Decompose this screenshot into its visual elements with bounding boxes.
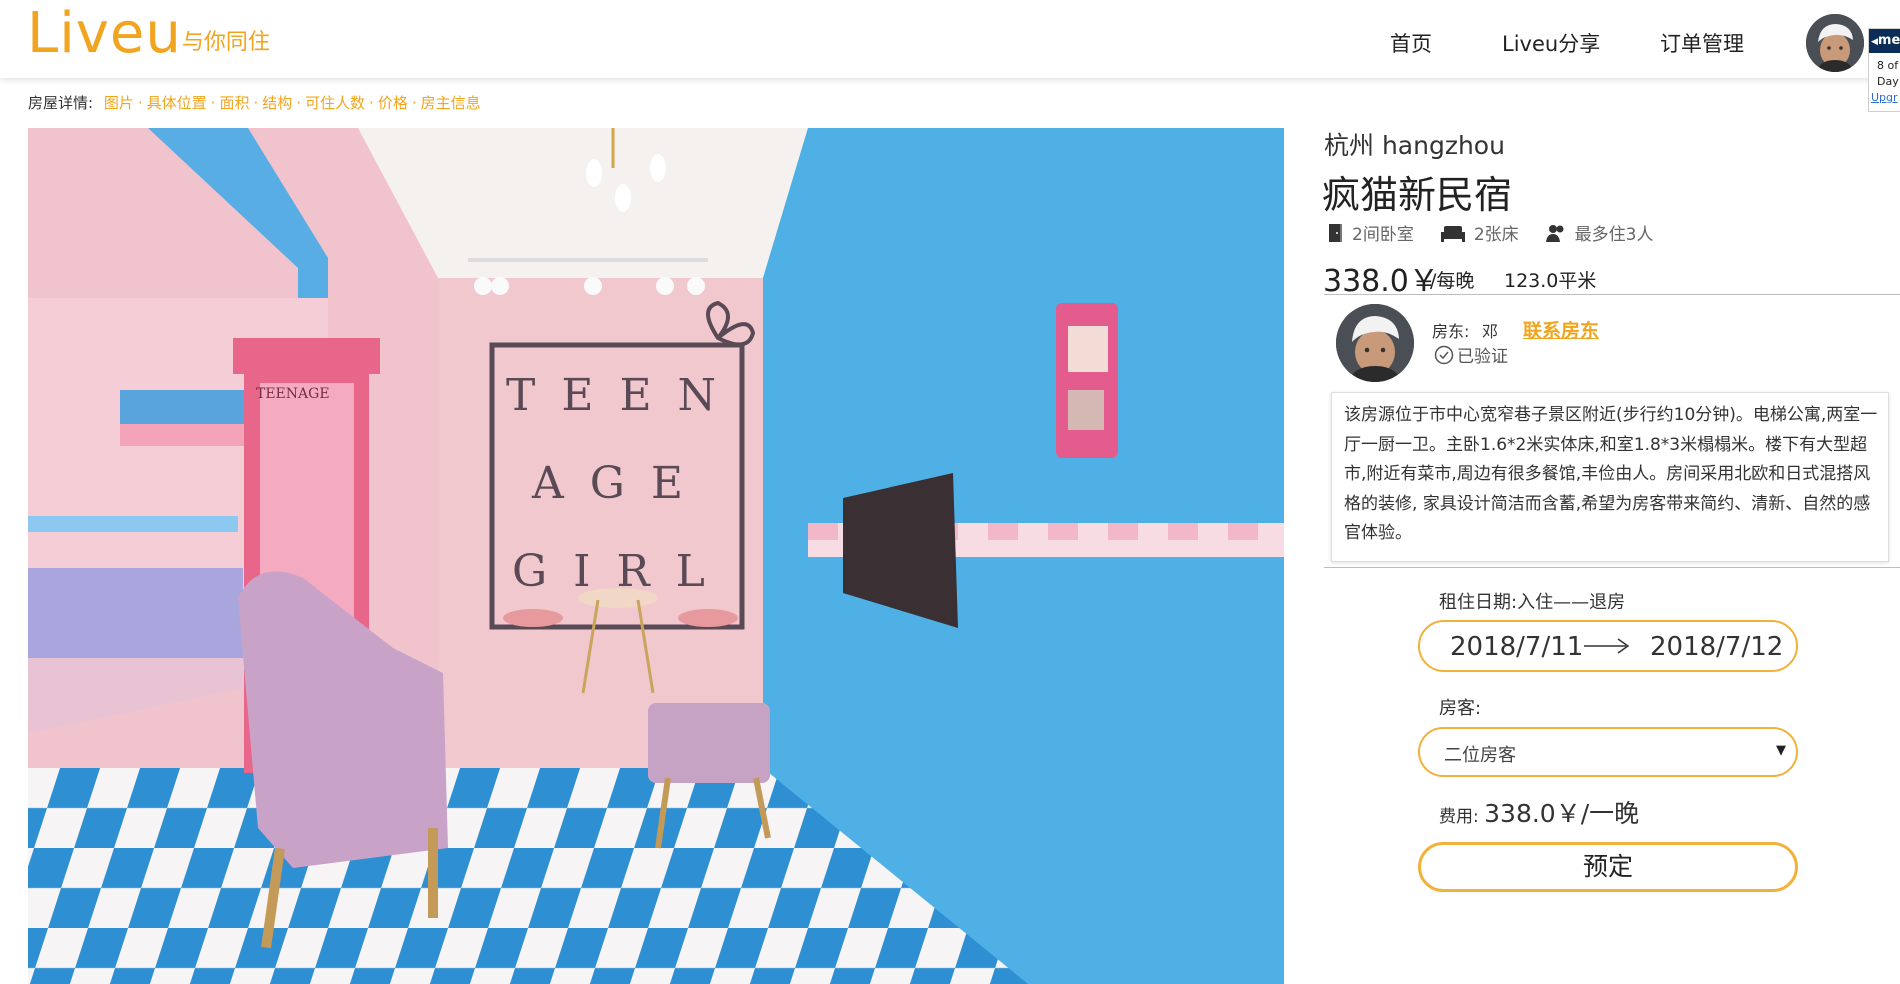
checkin-date[interactable]: 2018/7/11	[1450, 632, 1583, 662]
feature-bedrooms: 2间卧室	[1326, 220, 1414, 245]
caret-down-icon: ▼	[1776, 743, 1786, 758]
listing-city: 杭州 hangzhou	[1324, 131, 1505, 160]
divider	[1324, 294, 1900, 295]
popup-tag: ◀me	[1869, 29, 1900, 53]
date-range-picker[interactable]: 2018/7/11 2018/7/12	[1418, 620, 1798, 672]
feature-capacity: 最多住3人	[1545, 220, 1654, 245]
nav-home[interactable]: 首页	[1390, 28, 1432, 58]
popup-line-1: 8 of	[1877, 59, 1899, 72]
user-avatar[interactable]	[1806, 14, 1864, 72]
popup-line-2: Day	[1877, 75, 1899, 88]
detail-label: 房屋详情:	[28, 94, 94, 112]
host-name: 邓	[1482, 322, 1499, 341]
bed-icon	[1440, 225, 1465, 242]
arrow-right-icon	[1584, 638, 1630, 654]
check-circle-icon	[1434, 345, 1454, 364]
detail-link-host[interactable]: 房主信息	[421, 94, 481, 112]
fee-value: 338.0￥/一晚	[1484, 799, 1640, 828]
nav-share[interactable]: Liveu分享	[1502, 28, 1600, 58]
svg-text:TEENAGE: TEENAGE	[256, 386, 330, 402]
detail-link-capacity[interactable]: 可住人数	[305, 94, 365, 112]
fee-label: 费用:	[1439, 807, 1479, 827]
price-unit: /每晚	[1430, 270, 1475, 292]
detail-link-area[interactable]: 面积	[219, 94, 249, 112]
detail-link-location[interactable]: 具体位置	[147, 94, 207, 112]
rent-dates-label: 租住日期:入住——退房	[1439, 592, 1626, 613]
nav-orders[interactable]: 订单管理	[1660, 28, 1744, 58]
site-logo[interactable]: Liveu 与你同住	[27, 6, 270, 62]
detail-link-price[interactable]: 价格	[378, 94, 408, 112]
divider	[1324, 567, 1900, 568]
book-button[interactable]: 预定	[1418, 842, 1798, 892]
listing-photo[interactable]: T E E N A G E G I R L TEENAGE	[28, 128, 1284, 984]
popup-upgrade-link[interactable]: Upgr	[1871, 91, 1898, 104]
listing-features: 2间卧室 2张床 最多住3人	[1326, 220, 1679, 245]
guests-selected-value: 二位房客	[1444, 745, 1516, 766]
svg-text:T E E N: T E E N	[506, 370, 722, 421]
host-label: 房东:	[1432, 322, 1470, 341]
logo-sub-text: 与你同住	[181, 30, 270, 55]
host-avatar[interactable]	[1336, 304, 1414, 382]
listing-area: 123.0平米	[1504, 270, 1597, 292]
feature-capacity-label: 最多住3人	[1574, 225, 1654, 245]
people-icon	[1545, 224, 1564, 242]
feature-bedrooms-label: 2间卧室	[1352, 225, 1414, 245]
detail-links-bar: 房屋详情: 图片 · 具体位置 · 面积 · 结构 · 可住人数 · 价格 · 房主信息	[28, 94, 481, 112]
svg-text:A G E: A G E	[531, 458, 689, 509]
fee-line: 费用: 338.0￥/一晚	[1439, 794, 1639, 830]
logo-main-text: Liveu	[27, 1, 182, 66]
feature-beds: 2张床	[1440, 220, 1519, 245]
guests-label: 房客:	[1439, 698, 1482, 719]
detail-link-photos[interactable]: 图片	[104, 94, 134, 112]
door-icon	[1329, 223, 1342, 242]
detail-link-structure[interactable]: 结构	[262, 94, 292, 112]
checkout-date[interactable]: 2018/7/12	[1650, 632, 1783, 662]
contact-host-link[interactable]: 联系房东	[1523, 316, 1599, 343]
host-verified: 已验证	[1434, 342, 1508, 367]
guests-select[interactable]: 二位房客 ▼	[1418, 727, 1798, 777]
listing-title: 疯猫新民宿	[1322, 173, 1513, 217]
feature-beds-label: 2张床	[1473, 225, 1519, 245]
listing-description: 该房源位于市中心宽窄巷子景区附近(步行约10分钟)。电梯公寓,两室一厅一厨一卫。…	[1331, 392, 1889, 562]
top-navbar: Liveu 与你同住 首页 Liveu分享 订单管理 ◀me 8 of Day …	[0, 0, 1900, 112]
extension-popup[interactable]: ◀me 8 of Day Upgr	[1868, 28, 1900, 112]
verified-label: 已验证	[1457, 347, 1508, 367]
